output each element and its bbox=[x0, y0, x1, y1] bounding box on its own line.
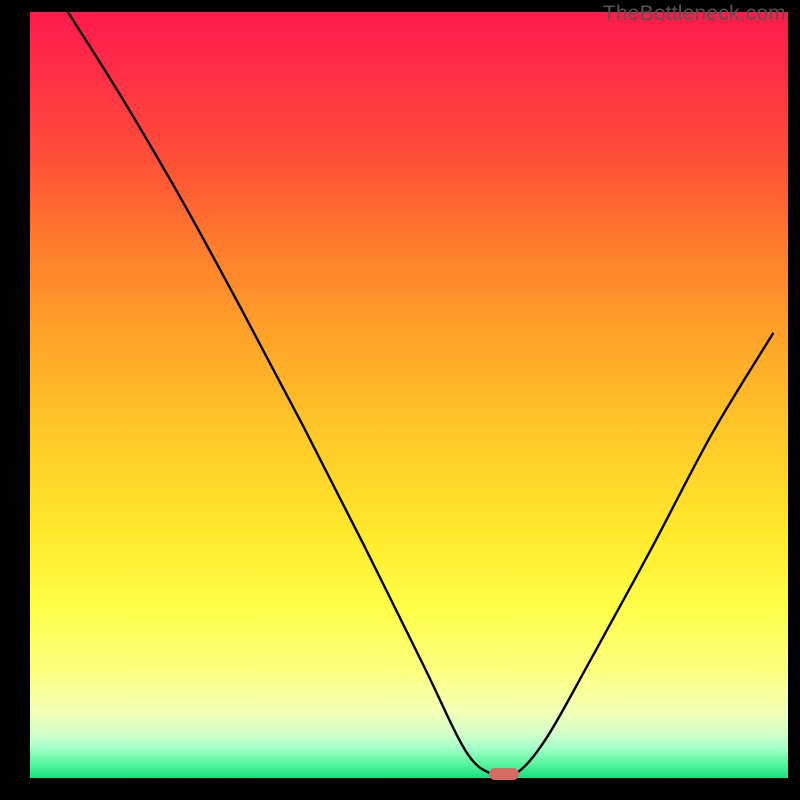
curve-path bbox=[68, 12, 773, 778]
plot-area bbox=[30, 12, 788, 778]
chart-frame: TheBottleneck.com bbox=[0, 0, 800, 800]
bottleneck-curve bbox=[30, 12, 788, 778]
watermark-text: TheBottleneck.com bbox=[603, 2, 786, 26]
optimal-marker bbox=[489, 768, 519, 780]
